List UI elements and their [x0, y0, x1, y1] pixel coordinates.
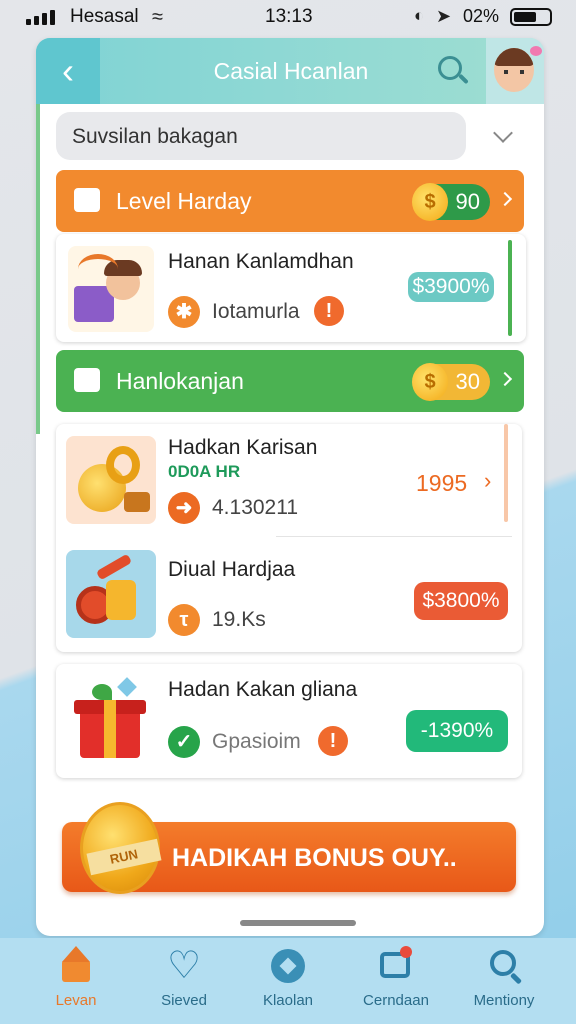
list-group: Hadkan Karisan 0D0A HR ➜ 4.130211 1995 ›… — [56, 424, 522, 652]
item-tag: 0D0A HR — [168, 462, 241, 481]
item-subtitle: Iotamurla — [212, 300, 300, 323]
battery-icon — [510, 8, 552, 26]
signal-icon — [26, 10, 55, 25]
nav-item-home[interactable]: Levan — [26, 946, 126, 1009]
app-header: ‹ Casial Hcanlan — [36, 38, 544, 104]
coin-bag-icon — [66, 436, 156, 524]
divider — [276, 536, 512, 537]
alert-icon: ! — [318, 726, 348, 756]
price-badge: $3900% — [408, 272, 494, 302]
nav-item-explore[interactable]: Klaolan — [238, 946, 338, 1009]
bag-icon — [74, 188, 100, 212]
location-icon: ➤ — [436, 6, 452, 26]
profile-button[interactable] — [486, 38, 544, 104]
chevron-right-icon: › — [484, 468, 492, 493]
coin-toy-icon — [66, 550, 156, 638]
gift-kid-icon — [68, 246, 154, 332]
chat-icon — [376, 946, 416, 986]
item-title: Diual Hardjaa — [168, 558, 296, 581]
main-card: ‹ Casial Hcanlan Suvsilan bakagan Level … — [36, 38, 544, 936]
chevron-right-icon — [497, 191, 513, 207]
search-icon[interactable] — [436, 54, 470, 88]
item-subtitle: Gpasioim — [212, 730, 301, 753]
item-subtitle: 4.130211 — [212, 496, 299, 519]
item-title: Hadkan Karisan — [168, 436, 318, 459]
nav-label: Mentiony — [473, 992, 535, 1009]
section-header-level[interactable]: Level Harday $ 90 — [56, 170, 524, 232]
gift-box-icon — [66, 674, 156, 764]
bow-icon — [530, 46, 542, 56]
back-button[interactable]: ‹ — [36, 38, 100, 104]
bonus-label: HADIKAH BONUS OUY.. — [172, 844, 457, 872]
nav-label: Klaolan — [262, 992, 314, 1009]
moon-icon: ◐ — [414, 6, 425, 25]
chevron-left-icon: ‹ — [62, 50, 74, 91]
chevron-right-icon — [497, 371, 513, 387]
nav-item-saved[interactable]: ♡ Sieved — [134, 946, 234, 1009]
search-input[interactable]: Suvsilan bakagan — [56, 112, 466, 160]
page-title: Casial Hcanlan — [213, 58, 369, 84]
lock-icon — [74, 368, 100, 392]
list-item[interactable]: Hanan Kanlamdhan ✱ Iotamurla ! $3900% — [56, 234, 526, 342]
status-bar: Hesasal ≈ 13:13 ◐ ➤ 02% — [0, 0, 576, 34]
item-subtitle: 19.Ks — [212, 608, 266, 631]
coin-icon: $ — [412, 363, 448, 401]
star-icon: ✱ — [168, 296, 200, 328]
points-value: 90 — [455, 189, 480, 214]
avatar — [494, 48, 534, 92]
tag-icon: τ — [168, 604, 200, 636]
list-item[interactable]: Hadan Kakan gliana ✓ Gpasioim ! -1390% — [56, 664, 522, 778]
search-icon — [484, 946, 524, 986]
points-badge: $ 90 — [412, 183, 490, 221]
heart-icon: ♡ — [166, 945, 202, 987]
carrier-name: Hesasal — [70, 6, 139, 27]
nav-item-search[interactable]: Mentiony — [454, 946, 554, 1009]
nav-label: Sieved — [161, 992, 207, 1009]
battery-percent: 02% — [463, 6, 500, 26]
price-badge: -1390% — [406, 710, 508, 752]
nav-item-chat[interactable]: Cerndaan — [346, 946, 446, 1009]
points-badge: $ 30 — [412, 363, 490, 401]
scroll-indicator — [508, 240, 512, 336]
section-header-unlock[interactable]: Hanlokanjan $ 30 — [56, 350, 524, 412]
home-indicator — [240, 920, 356, 926]
item-value: 1995 — [416, 470, 468, 496]
nav-label: Levan — [55, 992, 97, 1009]
points-value: 30 — [455, 369, 480, 394]
check-icon: ✓ — [168, 726, 200, 758]
scroll-indicator — [504, 424, 508, 522]
compass-icon — [268, 946, 308, 986]
left-accent-bar — [36, 104, 40, 434]
item-title: Hadan Kakan gliana — [168, 678, 358, 701]
chevron-down-icon[interactable] — [493, 123, 513, 143]
search-text: Suvsilan bakagan — [72, 125, 238, 148]
home-icon — [56, 946, 96, 986]
item-title: Hanan Kanlamdhan — [168, 250, 354, 273]
status-time: 13:13 — [265, 6, 313, 27]
nav-label: Cerndaan — [363, 992, 429, 1009]
wifi-icon: ≈ — [152, 6, 163, 28]
price-badge: $3800% — [414, 582, 508, 620]
section-title: Hanlokanjan — [116, 368, 244, 394]
alert-icon: ! — [314, 296, 344, 326]
section-title: Level Harday — [116, 188, 252, 214]
arrow-right-icon: ➜ — [168, 492, 200, 524]
coin-icon: $ — [412, 183, 448, 221]
bottom-nav: Levan ♡ Sieved Klaolan Cerndaan Mentiony — [0, 938, 576, 1024]
